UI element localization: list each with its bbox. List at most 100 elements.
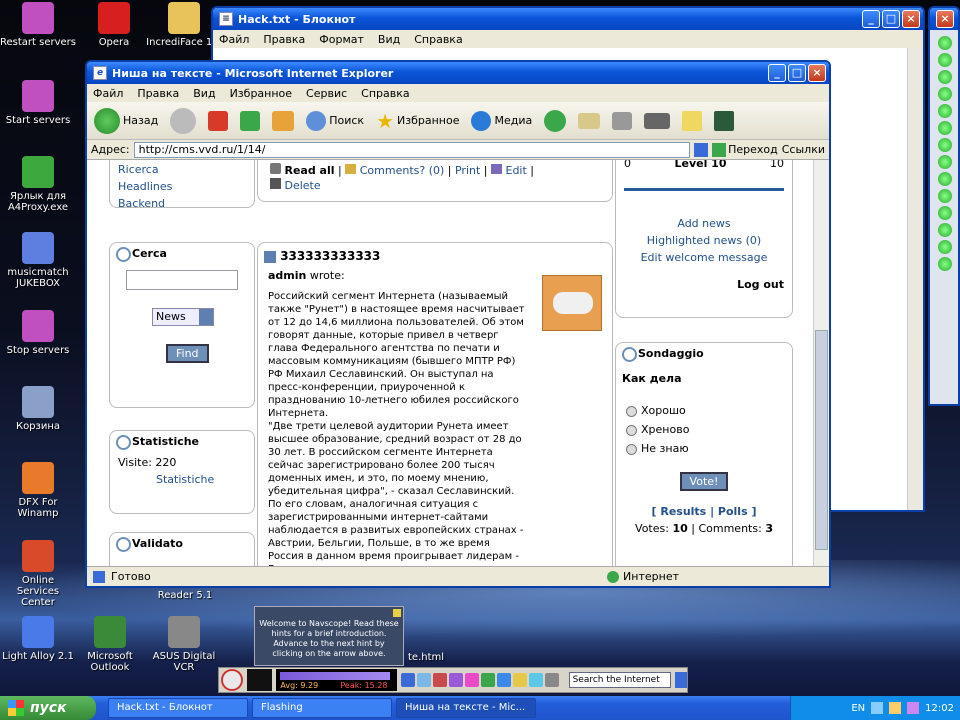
admin-link[interactable]: Edit welcome message (616, 249, 792, 266)
search-input[interactable] (126, 270, 238, 290)
delete-link[interactable]: Delete (285, 179, 321, 192)
menu-item[interactable]: Правка (263, 33, 305, 46)
address-dropdown-icon[interactable] (694, 142, 709, 157)
notepad-scrollbar[interactable] (907, 48, 923, 510)
quick-launch-icon[interactable] (448, 673, 463, 687)
stop-button[interactable] (205, 109, 231, 133)
close-button[interactable]: × (808, 64, 826, 82)
messenger-button[interactable] (711, 109, 737, 133)
radio-button[interactable] (626, 443, 637, 455)
poll-option[interactable]: Не знаю (626, 439, 792, 458)
desktop-shortcut[interactable]: DFX For Winamp (0, 462, 76, 519)
desktop-shortcut[interactable]: Ярлык для A4Proxy.exe (0, 156, 76, 213)
menu-item[interactable]: Избранное (230, 87, 292, 100)
refresh-button[interactable] (237, 109, 263, 133)
network-icon[interactable] (871, 702, 884, 714)
find-button[interactable]: Find (166, 344, 254, 363)
internet-search-input[interactable]: Search the Internet (568, 672, 672, 688)
side-window-titlebar[interactable]: × (930, 8, 958, 30)
page-scrollbar[interactable] (813, 160, 829, 566)
home-button[interactable] (269, 109, 297, 133)
desktop-shortcut[interactable]: Opera (76, 2, 152, 48)
side-window[interactable]: × (928, 6, 960, 406)
scrollbar-thumb[interactable] (815, 330, 828, 550)
quick-launch-icon[interactable] (464, 673, 479, 687)
results-link[interactable]: Results (660, 505, 706, 518)
vote-button[interactable]: Vote! (616, 458, 792, 491)
ie-window[interactable]: e Ниша на тексте - Microsoft Internet Ex… (85, 60, 831, 588)
radio-button[interactable] (626, 405, 637, 417)
menu-item[interactable]: Файл (219, 33, 249, 46)
desktop-shortcut[interactable]: Stop servers (0, 310, 76, 356)
menu-item[interactable]: Справка (414, 33, 462, 46)
maximize-button[interactable]: □ (788, 64, 806, 82)
nav-item[interactable]: Ricerca (118, 161, 254, 178)
desktop-shortcut[interactable]: Online Services Center (0, 540, 76, 608)
desktop-shortcut[interactable]: Light Alloy 2.1 (0, 616, 76, 662)
menu-item[interactable]: Вид (193, 87, 215, 100)
tray-app-icon[interactable] (907, 702, 920, 714)
search-go-icon[interactable] (675, 672, 687, 688)
desktop-shortcut[interactable]: Microsoft Outlook (72, 616, 148, 673)
quick-launch-icon[interactable] (512, 673, 527, 687)
menu-item[interactable]: Сервис (306, 87, 347, 100)
volume-icon[interactable] (889, 702, 902, 714)
go-button[interactable]: Переход (712, 142, 778, 157)
poll-option[interactable]: Хорошо (626, 401, 792, 420)
nav-item[interactable]: Headlines (118, 178, 254, 195)
desktop-shortcut[interactable]: Start servers (0, 80, 76, 126)
reader-label[interactable]: Reader 5.1 (150, 590, 220, 601)
close-button[interactable]: × (902, 10, 920, 28)
admin-link[interactable]: Add news (616, 215, 792, 232)
notepad-titlebar[interactable]: ≡ Hack.txt - Блокнот _ □ × (213, 8, 923, 30)
back-button[interactable]: Назад (91, 106, 161, 136)
desktop-shortcut[interactable]: musicmatch JUKEBOX (0, 232, 76, 289)
task-ie[interactable]: Ниша на тексте - Mic... (396, 698, 536, 718)
quick-launch-icon[interactable] (528, 673, 543, 687)
task-flashing[interactable]: Flashing (252, 698, 392, 718)
comments-link[interactable]: Comments? (0) (360, 164, 445, 177)
favorites-button[interactable]: ★ Избранное (373, 107, 462, 135)
quick-launch-icon[interactable] (400, 673, 415, 687)
menu-item[interactable]: Вид (378, 33, 400, 46)
menu-item[interactable]: Правка (137, 87, 179, 100)
forward-button[interactable] (167, 106, 199, 136)
maximize-button[interactable]: □ (882, 10, 900, 28)
polls-link[interactable]: Polls (718, 505, 748, 518)
language-indicator[interactable]: EN (851, 703, 865, 714)
menu-item[interactable]: Файл (93, 87, 123, 100)
quick-launch-icon[interactable] (496, 673, 511, 687)
radio-button[interactable] (626, 424, 637, 436)
html-file-label[interactable]: te.html (408, 652, 444, 663)
ie-titlebar[interactable]: e Ниша на тексте - Microsoft Internet Ex… (87, 62, 829, 84)
start-button[interactable]: пуск (0, 696, 96, 720)
task-notepad[interactable]: Hack.txt - Блокнот (108, 698, 248, 718)
quick-launch-icon[interactable] (416, 673, 431, 687)
minimize-button[interactable]: _ (768, 64, 786, 82)
quick-launch-icon[interactable] (480, 673, 495, 687)
quick-launch-icon[interactable] (544, 673, 559, 687)
category-select[interactable]: News (152, 308, 214, 326)
mail-button[interactable] (575, 111, 603, 131)
links-label[interactable]: Ссылки (782, 143, 825, 156)
nav-item[interactable]: Backend (118, 195, 254, 212)
desktop-shortcut[interactable]: ASUS Digital VCR (146, 616, 222, 673)
poll-option[interactable]: Хреново (626, 420, 792, 439)
quick-launch-icon[interactable] (432, 673, 447, 687)
logout-link[interactable]: Log out (616, 266, 792, 291)
history-button[interactable] (541, 108, 569, 134)
desktop-shortcut[interactable]: Корзина (0, 386, 76, 432)
statistiche-link[interactable]: Statistiche (110, 469, 254, 486)
navscope-logo-icon[interactable] (221, 669, 243, 691)
print-link[interactable]: Print (455, 164, 480, 177)
desktop-shortcut[interactable]: Restart servers (0, 2, 76, 48)
media-button[interactable]: Медиа (468, 109, 535, 133)
minimize-button[interactable]: _ (862, 10, 880, 28)
edit-button[interactable] (641, 111, 673, 131)
address-input[interactable]: http://cms.vvd.ru/1/14/ (133, 141, 691, 158)
close-button[interactable]: × (936, 10, 954, 28)
notes-button[interactable] (679, 109, 705, 133)
menu-item[interactable]: Формат (319, 33, 364, 46)
read-all-link[interactable]: Read all (285, 164, 335, 177)
edit-link[interactable]: Edit (506, 164, 527, 177)
